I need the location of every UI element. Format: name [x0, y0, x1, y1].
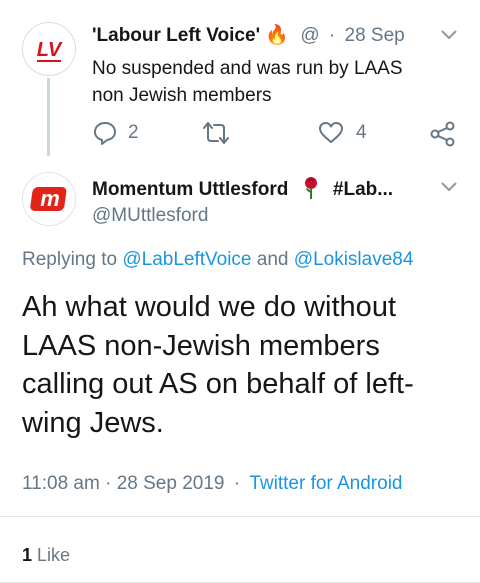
client-link[interactable]: Twitter for Android: [249, 473, 402, 494]
main-chevron-button[interactable]: [440, 180, 458, 198]
reply-chevron-button[interactable]: [440, 28, 458, 46]
likes-count: 1: [22, 545, 33, 565]
body-line-1: Ah what would we do without: [22, 291, 396, 323]
replying-to: Replying to @LabLeftVoice and @Lokislave…: [22, 248, 413, 272]
meta-separator-1: ·: [105, 473, 112, 494]
svg-text:m: m: [40, 186, 60, 211]
chevron-down-icon: [441, 30, 457, 40]
svg-text:LV: LV: [37, 39, 63, 61]
like-action[interactable]: 4: [318, 121, 367, 145]
body-line-4: wing Jews.: [22, 406, 164, 439]
retweet-action[interactable]: [202, 121, 230, 145]
reply-separator: ·: [328, 25, 336, 46]
tweet-date[interactable]: 28 Sep 2019: [117, 473, 225, 494]
reply-user-2-link[interactable]: @Lokislave84: [294, 249, 414, 270]
replying-and: and: [256, 249, 289, 270]
main-tweet-body: Ah what would we do without LAAS non-Jew…: [22, 288, 414, 442]
reply-action[interactable]: 2: [92, 120, 139, 146]
body-line-2: LAAS non-Jewish members: [22, 329, 380, 362]
reply-text-line-1: No suspended and was run by LAAS: [92, 58, 403, 79]
tweet-meta: 11:08 am · 28 Sep 2019 · Twitter for And…: [22, 472, 402, 496]
retweet-icon: [203, 122, 229, 144]
replying-prefix: Replying to: [22, 249, 118, 270]
reply-count: 2: [128, 122, 139, 143]
fire-emoji: 🔥: [265, 25, 290, 46]
momentum-logo-icon: m: [30, 186, 67, 211]
meta-separator-2: ·: [233, 473, 241, 494]
likes-label: Like: [37, 545, 71, 565]
tweet-time[interactable]: 11:08 am: [22, 473, 100, 494]
rose-icon: [304, 177, 317, 199]
reply-text: No suspended and was run by LAAS non Jew…: [92, 55, 403, 109]
meta-divider: [0, 516, 480, 517]
reply-handle[interactable]: @: [300, 25, 319, 46]
momentum-uttlesford-avatar[interactable]: m: [22, 172, 76, 226]
reply-display-name[interactable]: 'Labour Left Voice': [92, 25, 260, 46]
main-name-suffix[interactable]: #Lab...: [333, 179, 393, 200]
reply-user-1-link[interactable]: @LabLeftVoice: [122, 249, 251, 270]
reply-icon: [94, 122, 116, 145]
chevron-down-icon: [441, 182, 457, 192]
main-display-name[interactable]: Momentum Uttlesford: [92, 179, 288, 200]
thread-line: [47, 78, 50, 156]
body-line-3: calling out AS on behalf of left-: [22, 368, 414, 400]
like-count: 4: [356, 122, 367, 143]
share-icon: [430, 121, 455, 147]
share-action[interactable]: [430, 121, 456, 147]
labour-left-voice-avatar[interactable]: LV: [22, 22, 76, 76]
reply-date[interactable]: 28 Sep: [345, 25, 405, 46]
main-handle[interactable]: @MUttlesford: [92, 204, 208, 228]
lv-logo-icon: LV: [37, 39, 63, 62]
likes-summary[interactable]: 1 Like: [22, 543, 70, 567]
like-icon: [319, 122, 343, 143]
reply-text-line-2: non Jewish members: [92, 85, 272, 106]
